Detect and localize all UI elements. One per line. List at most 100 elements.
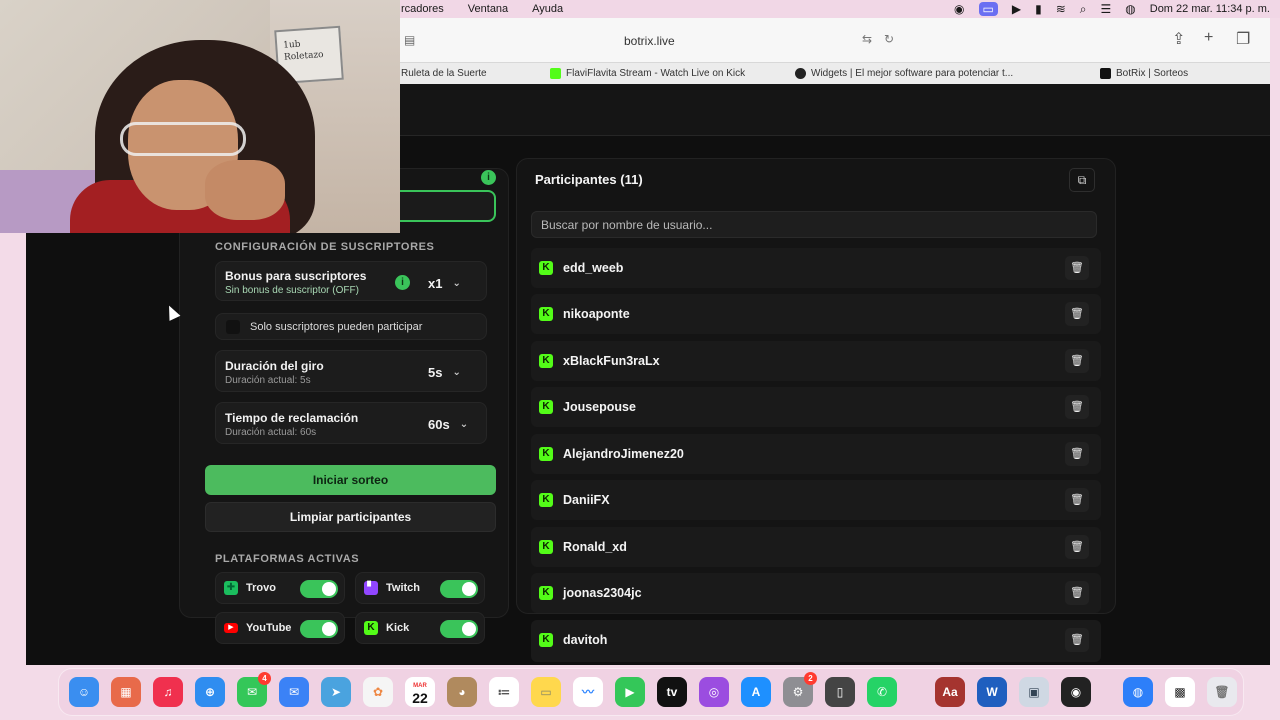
trash-icon[interactable]: 🗑 bbox=[1065, 395, 1089, 419]
spin-duration-select[interactable]: 5s ⌄ bbox=[428, 361, 461, 383]
clear-participants-button[interactable]: Limpiar participantes bbox=[205, 502, 496, 532]
claim-time-select[interactable]: 60s ⌄ bbox=[428, 413, 468, 435]
trash-icon[interactable]: 🗑 bbox=[1065, 442, 1089, 466]
translate-icon[interactable]: ⇆ bbox=[862, 32, 872, 46]
tab-widgets[interactable]: Widgets | El mejor software para potenci… bbox=[795, 68, 1013, 79]
kick-icon: K bbox=[364, 621, 378, 635]
only-subs-checkbox[interactable] bbox=[226, 320, 240, 334]
wifi-icon[interactable]: ≋ bbox=[1056, 2, 1066, 16]
screen-mirror-icon[interactable]: ▭ bbox=[978, 2, 998, 16]
participant-search-input[interactable] bbox=[531, 211, 1097, 238]
whatsapp-icon[interactable]: ✆ bbox=[867, 677, 897, 707]
trash-icon[interactable]: 🗑 bbox=[1065, 628, 1089, 652]
info-icon[interactable]: i bbox=[395, 275, 410, 290]
kick-toggle[interactable] bbox=[440, 620, 478, 638]
dictionary-icon[interactable]: Aa bbox=[935, 677, 965, 707]
share-icon[interactable]: ⇪ bbox=[1172, 29, 1185, 49]
globe-icon[interactable]: ◍ bbox=[1123, 677, 1153, 707]
word-icon[interactable]: W bbox=[977, 677, 1007, 707]
claim-subtitle: Duración actual: 60s bbox=[225, 427, 317, 438]
finder-icon[interactable]: ☺ bbox=[69, 677, 99, 707]
battery-icon[interactable]: ▮ bbox=[1035, 2, 1042, 16]
tab-ruleta[interactable]: Ruleta de la Suerte bbox=[401, 68, 487, 79]
trash-icon[interactable]: 🗑 bbox=[1065, 349, 1089, 373]
kick-icon: K bbox=[539, 633, 553, 647]
launchpad-icon[interactable]: ▦ bbox=[111, 677, 141, 707]
participant-row: K nikoaponte 🗑 bbox=[531, 294, 1101, 334]
claim-value: 60s bbox=[428, 416, 450, 432]
messages-icon[interactable]: ✉ 4 bbox=[237, 672, 271, 707]
participant-name: DaniiFX bbox=[563, 493, 610, 507]
maps-icon[interactable]: ➤ bbox=[321, 677, 351, 707]
trash-icon[interactable]: 🗑 bbox=[1065, 488, 1089, 512]
address-bar[interactable]: botrix.live bbox=[624, 34, 675, 48]
only-subs-card[interactable]: Solo suscriptores pueden participar bbox=[215, 313, 487, 340]
trash-icon[interactable]: 🗑 bbox=[1065, 581, 1089, 605]
copy-list-button[interactable]: ⧉ bbox=[1069, 168, 1095, 192]
preview-icon[interactable]: ▣ bbox=[1019, 677, 1049, 707]
trash-icon[interactable]: 🗑 bbox=[1065, 535, 1089, 559]
tab-botrix[interactable]: BotRix | Sorteos bbox=[1100, 68, 1188, 79]
contacts-icon[interactable]: ◕ bbox=[447, 677, 477, 707]
mail-icon[interactable]: ✉ bbox=[279, 677, 309, 707]
play-icon[interactable]: ▶ bbox=[1012, 2, 1021, 16]
webcam-overlay: 1ub Roletazo bbox=[0, 0, 400, 233]
wall-sign-line2: Roletazo bbox=[283, 49, 324, 63]
kick-icon: K bbox=[539, 540, 553, 554]
raffle-input[interactable] bbox=[400, 190, 496, 222]
bonus-select[interactable]: x1 ⌄ bbox=[428, 272, 461, 294]
menu-item-window[interactable]: Ventana bbox=[468, 3, 508, 15]
dictionary-label: Aa bbox=[942, 685, 958, 699]
trash-icon[interactable]: 🗑 bbox=[1065, 256, 1089, 280]
siri-icon[interactable]: ◍ bbox=[1125, 2, 1135, 16]
participant-name: AlejandroJimenez20 bbox=[563, 447, 684, 461]
calendar-icon[interactable]: MAR 22 bbox=[405, 677, 435, 707]
trash-icon[interactable]: 🗑 bbox=[1065, 302, 1089, 326]
obs-icon[interactable]: ◉ bbox=[1061, 677, 1091, 707]
apple-tv-icon[interactable]: tv bbox=[657, 677, 687, 707]
youtube-toggle[interactable] bbox=[300, 620, 338, 638]
notes-icon[interactable]: ▭ bbox=[531, 677, 561, 707]
spin-title: Duración del giro bbox=[225, 359, 324, 373]
tab-kick-stream[interactable]: FlaviFlavita Stream - Watch Live on Kick bbox=[550, 68, 745, 79]
safari-icon[interactable]: ⊕ bbox=[195, 677, 225, 707]
trovo-toggle[interactable] bbox=[300, 580, 338, 598]
streamer-hand bbox=[205, 160, 285, 220]
menu-item-help[interactable]: Ayuda bbox=[532, 3, 563, 15]
participant-name: Jousepouse bbox=[563, 400, 636, 414]
tab-overview-icon[interactable]: ❐ bbox=[1236, 29, 1250, 49]
reminders-icon[interactable]: ≔ bbox=[489, 677, 519, 707]
music-icon[interactable]: ♫ bbox=[153, 677, 183, 707]
botrix-icon bbox=[1100, 68, 1111, 79]
iphone-mirroring-icon[interactable]: ▯ bbox=[825, 677, 855, 707]
platform-kick: K Kick bbox=[355, 612, 485, 644]
menu-item-markers[interactable]: rcadores bbox=[401, 3, 444, 15]
twitch-icon: ▘ bbox=[364, 581, 378, 595]
podcasts-icon[interactable]: ◎ bbox=[699, 677, 729, 707]
freeform-icon[interactable]: 〰 bbox=[573, 677, 603, 707]
spin-value: 5s bbox=[428, 364, 443, 380]
kick-icon bbox=[550, 68, 561, 79]
photos-icon[interactable]: ✿ bbox=[363, 677, 393, 707]
streamer-glasses bbox=[120, 122, 246, 156]
clock[interactable]: Dom 22 mar. 11:34 p. m. bbox=[1150, 3, 1270, 15]
record-icon[interactable]: ◉ bbox=[954, 2, 964, 16]
system-settings-icon[interactable]: ⚙ 2 bbox=[783, 672, 817, 707]
app-store-icon[interactable]: A bbox=[741, 677, 771, 707]
reload-icon[interactable]: ↻ bbox=[884, 32, 894, 46]
spotlight-search-icon[interactable]: ⌕ bbox=[1080, 2, 1087, 16]
info-icon[interactable]: i bbox=[481, 170, 496, 185]
new-tab-icon[interactable]: + bbox=[1204, 29, 1213, 47]
twitch-toggle[interactable] bbox=[440, 580, 478, 598]
qr-code-icon[interactable]: ▩ bbox=[1165, 677, 1195, 707]
trash-bin-icon[interactable]: 🗑 bbox=[1207, 677, 1237, 707]
tab-label: BotRix | Sorteos bbox=[1116, 68, 1189, 79]
kick-icon: K bbox=[539, 354, 553, 368]
participant-name: xBlackFun3raLx bbox=[563, 354, 660, 368]
sidebar-toggle-icon[interactable]: ▤ bbox=[404, 33, 415, 47]
kick-icon: K bbox=[539, 493, 553, 507]
facetime-icon[interactable]: ▶ bbox=[615, 677, 645, 707]
control-center-icon[interactable]: ☰ bbox=[1101, 2, 1112, 16]
start-raffle-button[interactable]: Iniciar sorteo bbox=[205, 465, 496, 495]
calendar-day: 22 bbox=[412, 690, 428, 706]
